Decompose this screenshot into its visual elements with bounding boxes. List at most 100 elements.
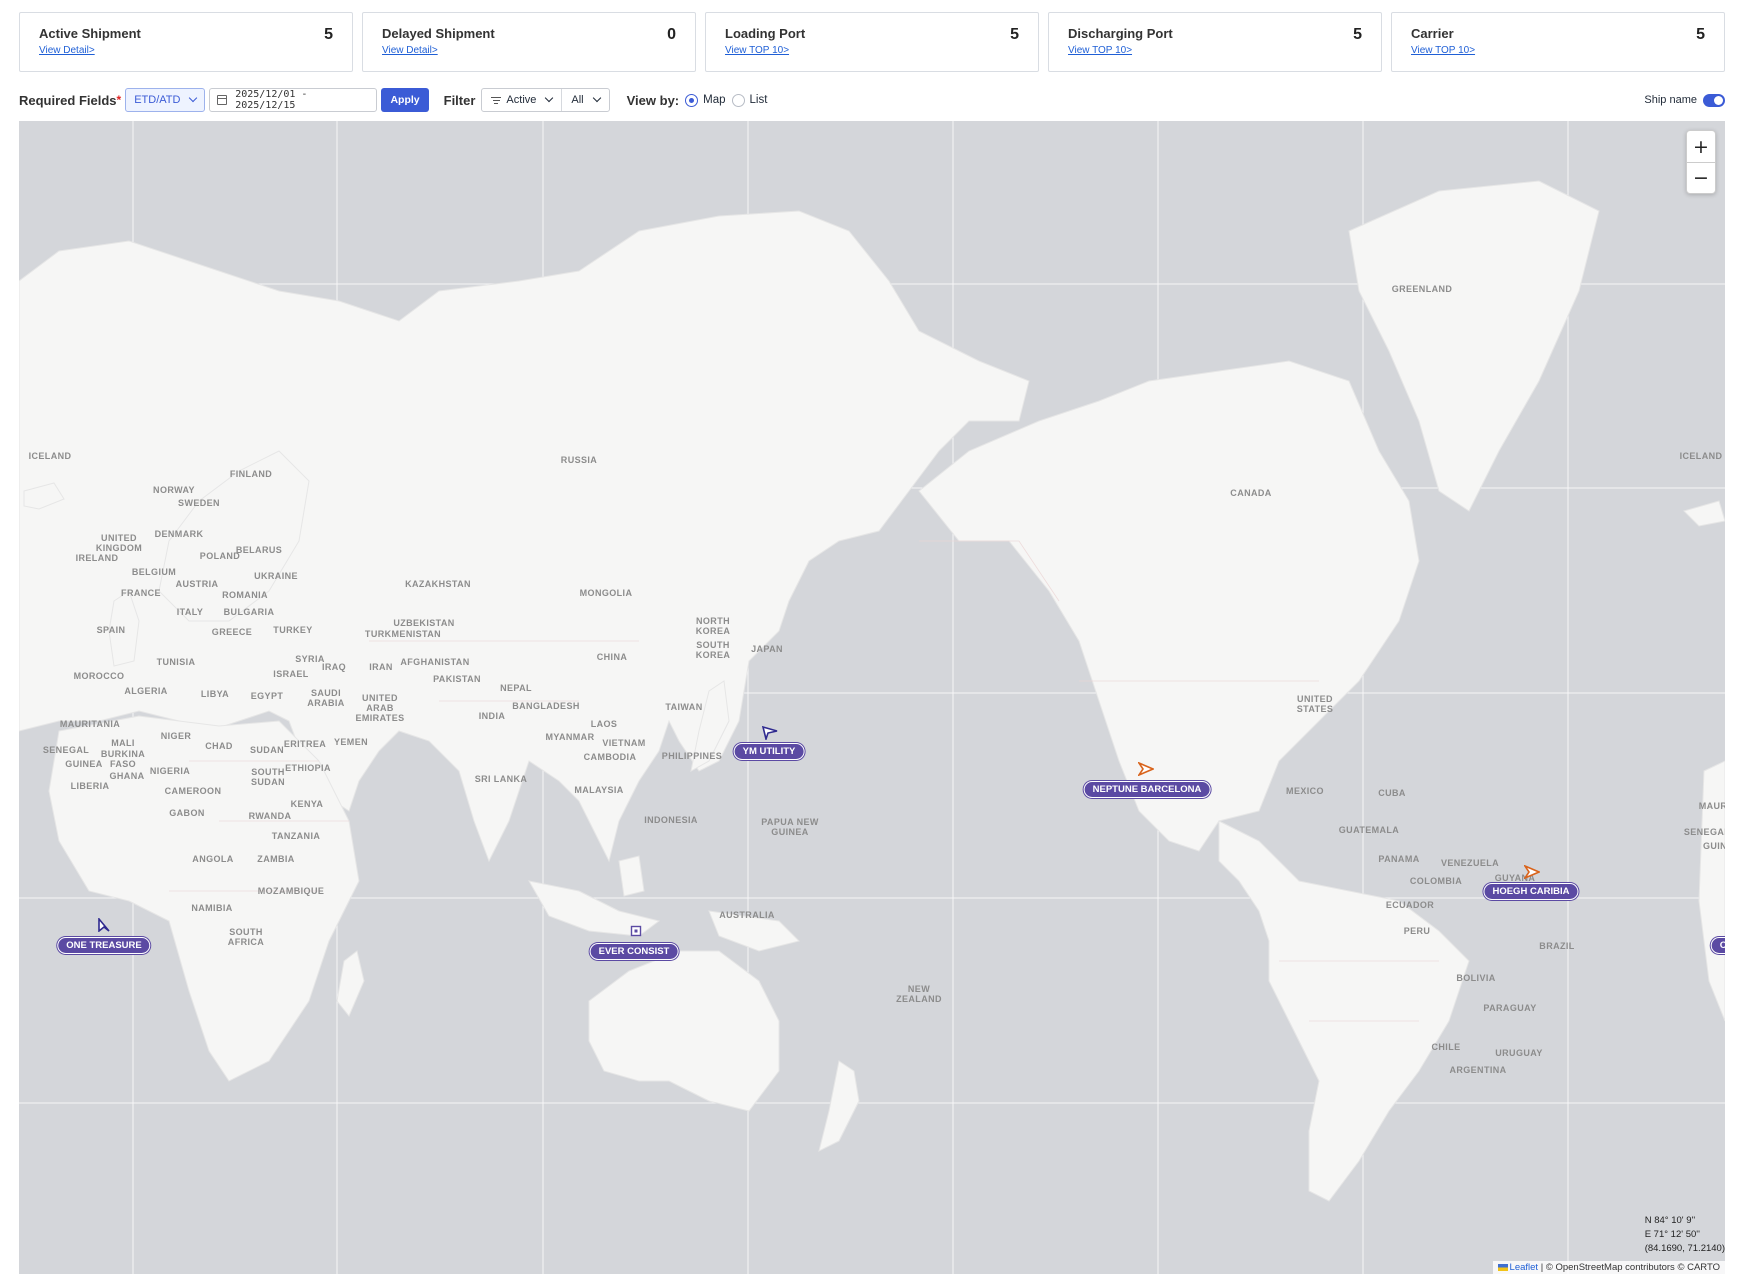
card-carrier: Carrier 5 View TOP 10> [1391,12,1725,72]
vessel-arrow-icon [98,918,110,932]
label-gabon: GABON [169,808,205,818]
leaflet-link[interactable]: Leaflet [1510,1262,1539,1273]
label-guinea: GUIN [1702,841,1725,851]
label-italy: ITALY [176,607,204,617]
ship-name-tag[interactable]: ONE [1710,937,1725,954]
label-myanmar: MYANMAR [545,732,595,742]
label-senegal: SENEGAL [42,745,90,755]
status-filter-dropdown[interactable]: Active [482,89,561,111]
card-title: Carrier [1411,26,1454,41]
view-detail-link[interactable]: View Detail> [39,45,333,56]
label-cambodia: CAMBODIA [583,752,637,762]
label-mongolia: MONGOLIA [579,588,633,598]
card-discharging-port: Discharging Port 5 View TOP 10> [1048,12,1382,72]
label-mozambique: MOZAMBIQUE [257,886,325,896]
apply-button[interactable]: Apply [381,88,429,112]
label-kenya: KENYA [290,799,324,809]
card-count: 0 [667,26,676,43]
vessel-arrow-icon [762,726,778,740]
label-bolivia: BOLIVIA [1456,973,1496,983]
label-turkey: TURKEY [273,625,313,635]
card-title: Discharging Port [1068,26,1173,41]
label-uzbekistan: UZBEKISTAN [393,618,455,628]
card-active-shipment: Active Shipment 5 View Detail> [19,12,353,72]
label-south-sudan: SOUTH SUDAN [250,767,286,787]
label-argentina: ARGENTINA [1449,1065,1507,1075]
label-china: CHINA [596,652,628,662]
ship-name-tag[interactable]: YM UTILITY [733,743,805,760]
view-top10-link[interactable]: View TOP 10> [725,45,1019,56]
label-iran: IRAN [369,662,393,672]
chevron-down-icon [189,93,198,103]
label-canada: CANADA [1230,488,1272,498]
calendar-icon [217,95,228,105]
label-libya: LIBYA [200,689,230,699]
date-range-picker[interactable]: 2025/12/01 - 2025/12/15 [209,88,378,112]
view-by-label: View by: [626,92,680,108]
label-tunisia: TUNISIA [156,657,196,667]
card-title: Delayed Shipment [382,26,495,41]
label-yemen: YEMEN [333,737,369,747]
label-mauritania: MAUR [1698,801,1725,811]
ship-name-tag[interactable]: ONE TREASURE [57,937,151,954]
label-united-states: UNITED STATES [1296,694,1334,714]
ship-name-tag[interactable]: HOEGH CARIBIA [1483,883,1579,900]
ship-name-tag[interactable]: NEPTUNE BARCELONA [1083,781,1211,798]
label-romania: ROMANIA [222,590,268,600]
view-map-radio[interactable]: Map [685,93,726,107]
attribution-text: | © OpenStreetMap contributors © CARTO [1538,1262,1720,1273]
label-cuba: CUBA [1378,788,1406,798]
label-ethiopia: ETHIOPIA [285,763,331,773]
label-laos: LAOS [590,719,618,729]
label-nepal: NEPAL [500,683,532,693]
label-ghana: GHANA [109,771,145,781]
latitude-readout: N 84° 10' 9'' [1644,1215,1696,1226]
view-top10-link[interactable]: View TOP 10> [1068,45,1362,56]
label-egypt: EGYPT [250,691,284,701]
card-count: 5 [1696,26,1705,43]
label-austria: AUSTRIA [175,579,219,589]
label-bulgaria: BULGARIA [223,607,275,617]
ship-name-label: Ship name [1644,94,1697,106]
zoom-out-button[interactable]: − [1687,162,1715,193]
zoom-in-button[interactable]: + [1687,131,1715,162]
view-detail-link[interactable]: View Detail> [382,45,676,56]
label-mexico: MEXICO [1286,786,1324,796]
card-title: Loading Port [725,26,806,41]
filter-icon [491,95,502,106]
chevron-down-icon [592,93,601,103]
label-syria: SYRIA [295,654,325,664]
label-israel: ISRAEL [273,669,309,679]
label-mauritania: MAURITANIA [59,719,121,729]
shipment-map[interactable]: GREENLAND ICELAND ICELAND RUSSIA FINLAND… [19,121,1725,1274]
label-japan: JAPAN [751,644,783,654]
label-colombia: COLOMBIA [1409,876,1463,886]
cursor-coordinates: N 84° 10' 9'' E 71° 12' 50'' (84.1690, 7… [1645,1214,1725,1256]
label-norway: NORWAY [153,485,195,495]
date-type-value: ETD/ATD [134,94,181,106]
required-mark: * [116,93,122,107]
card-count: 5 [1010,26,1019,43]
label-ecuador: ECUADOR [1385,900,1435,910]
label-afghanistan: AFGHANISTAN [400,657,470,667]
summary-cards: Active Shipment 5 View Detail> Delayed S… [19,12,1725,72]
scope-filter-dropdown[interactable]: All [561,89,608,111]
card-count: 5 [1353,26,1362,43]
date-range-value: 2025/12/01 - 2025/12/15 [235,89,308,111]
view-list-radio[interactable]: List [731,93,767,107]
label-denmark: DENMARK [154,529,204,539]
ship-name-toggle[interactable] [1703,93,1725,107]
label-vietnam: VIETNAM [602,738,646,748]
view-top10-link[interactable]: View TOP 10> [1411,45,1705,56]
card-delayed-shipment: Delayed Shipment 0 View Detail> [362,12,696,72]
label-chile: CHILE [1431,1042,1461,1052]
label-poland: POLAND [199,551,241,561]
label-eritrea: ERITREA [283,739,327,749]
label-russia: RUSSIA [560,455,598,465]
label-algeria: ALGERIA [124,686,168,696]
ship-name-tag[interactable]: EVER CONSIST [589,943,679,960]
label-panama: PANAMA [1378,854,1420,864]
date-type-dropdown[interactable]: ETD/ATD [125,88,206,112]
label-tanzania: TANZANIA [271,831,321,841]
view-map-label: Map [703,94,726,106]
